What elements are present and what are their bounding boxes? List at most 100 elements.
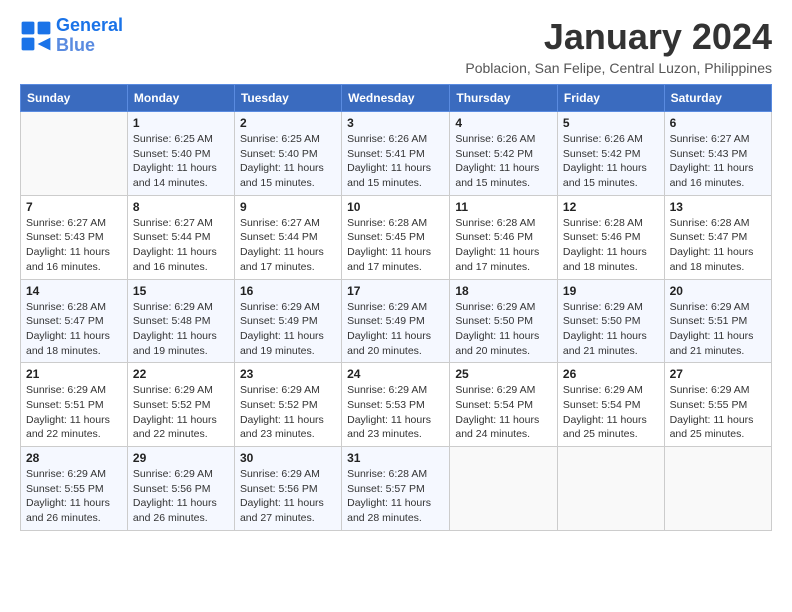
day-info: Sunrise: 6:26 AM Sunset: 5:41 PM Dayligh… <box>347 132 444 191</box>
day-info: Sunrise: 6:29 AM Sunset: 5:50 PM Dayligh… <box>455 300 552 359</box>
day-number: 11 <box>455 200 552 214</box>
calendar-cell: 2 Sunrise: 6:25 AM Sunset: 5:40 PM Daylig… <box>234 112 341 196</box>
day-number: 23 <box>240 367 336 381</box>
logo-icon <box>20 20 52 52</box>
title-block: January 2024 Poblacion, San Felipe, Cent… <box>465 16 772 76</box>
calendar-cell: 6 Sunrise: 6:27 AM Sunset: 5:43 PM Daylig… <box>664 112 771 196</box>
calendar-cell: 3 Sunrise: 6:26 AM Sunset: 5:41 PM Daylig… <box>342 112 450 196</box>
calendar-cell: 10Sunrise: 6:28 AM Sunset: 5:45 PM Dayli… <box>342 195 450 279</box>
calendar-cell <box>664 447 771 531</box>
day-number: 6 <box>670 116 766 130</box>
calendar-title: January 2024 <box>465 16 772 58</box>
calendar-cell: 15 Sunrise: 6:29 AM Sunset: 5:48 PM Dayli… <box>127 279 234 363</box>
calendar-cell: 28 Sunrise: 6:29 AM Sunset: 5:55 PM Dayli… <box>21 447 128 531</box>
day-number: 19 <box>563 284 659 298</box>
day-info: Sunrise: 6:29 AM Sunset: 5:53 PM Dayligh… <box>347 383 444 442</box>
day-info: Sunrise: 6:29 AM Sunset: 5:54 PM Dayligh… <box>455 383 552 442</box>
calendar-cell: 31Sunrise: 6:28 AM Sunset: 5:57 PM Dayli… <box>342 447 450 531</box>
weekday-header-thursday: Thursday <box>450 85 558 112</box>
calendar-cell: 9 Sunrise: 6:27 AM Sunset: 5:44 PM Daylig… <box>234 195 341 279</box>
day-number: 3 <box>347 116 444 130</box>
calendar-cell: 16Sunrise: 6:29 AM Sunset: 5:49 PM Dayli… <box>234 279 341 363</box>
day-number: 2 <box>240 116 336 130</box>
weekday-header-saturday: Saturday <box>664 85 771 112</box>
calendar-cell: 30Sunrise: 6:29 AM Sunset: 5:56 PM Dayli… <box>234 447 341 531</box>
day-info: Sunrise: 6:25 AM Sunset: 5:40 PM Dayligh… <box>240 132 336 191</box>
day-number: 26 <box>563 367 659 381</box>
calendar-cell <box>450 447 558 531</box>
day-info: Sunrise: 6:29 AM Sunset: 5:52 PM Dayligh… <box>133 383 229 442</box>
logo-text: GeneralBlue <box>56 16 123 56</box>
day-info: Sunrise: 6:29 AM Sunset: 5:52 PM Dayligh… <box>240 383 336 442</box>
calendar-cell <box>21 112 128 196</box>
calendar-cell: 13 Sunrise: 6:28 AM Sunset: 5:47 PM Dayli… <box>664 195 771 279</box>
calendar-cell: 27 Sunrise: 6:29 AM Sunset: 5:55 PM Dayli… <box>664 363 771 447</box>
calendar-cell: 29Sunrise: 6:29 AM Sunset: 5:56 PM Dayli… <box>127 447 234 531</box>
calendar-cell: 8Sunrise: 6:27 AM Sunset: 5:44 PM Daylig… <box>127 195 234 279</box>
calendar-cell <box>557 447 664 531</box>
day-number: 15 <box>133 284 229 298</box>
day-info: Sunrise: 6:28 AM Sunset: 5:46 PM Dayligh… <box>563 216 659 275</box>
day-info: Sunrise: 6:29 AM Sunset: 5:48 PM Dayligh… <box>133 300 229 359</box>
day-number: 17 <box>347 284 444 298</box>
day-number: 28 <box>26 451 122 465</box>
calendar-cell: 24Sunrise: 6:29 AM Sunset: 5:53 PM Dayli… <box>342 363 450 447</box>
calendar-cell: 5Sunrise: 6:26 AM Sunset: 5:42 PM Daylig… <box>557 112 664 196</box>
day-info: Sunrise: 6:28 AM Sunset: 5:47 PM Dayligh… <box>670 216 766 275</box>
calendar-subtitle: Poblacion, San Felipe, Central Luzon, Ph… <box>465 60 772 76</box>
day-info: Sunrise: 6:29 AM Sunset: 5:49 PM Dayligh… <box>347 300 444 359</box>
calendar-cell: 7Sunrise: 6:27 AM Sunset: 5:43 PM Daylig… <box>21 195 128 279</box>
weekday-header-tuesday: Tuesday <box>234 85 341 112</box>
day-info: Sunrise: 6:29 AM Sunset: 5:54 PM Dayligh… <box>563 383 659 442</box>
day-info: Sunrise: 6:28 AM Sunset: 5:46 PM Dayligh… <box>455 216 552 275</box>
calendar-week-row: 21 Sunrise: 6:29 AM Sunset: 5:51 PM Dayli… <box>21 363 772 447</box>
day-number: 27 <box>670 367 766 381</box>
day-number: 10 <box>347 200 444 214</box>
calendar-cell: 14Sunrise: 6:28 AM Sunset: 5:47 PM Dayli… <box>21 279 128 363</box>
day-number: 25 <box>455 367 552 381</box>
day-number: 16 <box>240 284 336 298</box>
calendar-cell: 22 Sunrise: 6:29 AM Sunset: 5:52 PM Dayli… <box>127 363 234 447</box>
day-info: Sunrise: 6:27 AM Sunset: 5:43 PM Dayligh… <box>26 216 122 275</box>
day-info: Sunrise: 6:29 AM Sunset: 5:51 PM Dayligh… <box>26 383 122 442</box>
day-number: 4 <box>455 116 552 130</box>
calendar-cell: 1 Sunrise: 6:25 AM Sunset: 5:40 PM Daylig… <box>127 112 234 196</box>
calendar-cell: 26 Sunrise: 6:29 AM Sunset: 5:54 PM Dayli… <box>557 363 664 447</box>
calendar-week-row: 28 Sunrise: 6:29 AM Sunset: 5:55 PM Dayli… <box>21 447 772 531</box>
day-info: Sunrise: 6:25 AM Sunset: 5:40 PM Dayligh… <box>133 132 229 191</box>
day-info: Sunrise: 6:27 AM Sunset: 5:44 PM Dayligh… <box>240 216 336 275</box>
day-number: 9 <box>240 200 336 214</box>
calendar-week-row: 1 Sunrise: 6:25 AM Sunset: 5:40 PM Daylig… <box>21 112 772 196</box>
calendar-cell: 20Sunrise: 6:29 AM Sunset: 5:51 PM Dayli… <box>664 279 771 363</box>
day-number: 21 <box>26 367 122 381</box>
day-number: 13 <box>670 200 766 214</box>
day-info: Sunrise: 6:29 AM Sunset: 5:51 PM Dayligh… <box>670 300 766 359</box>
weekday-header-sunday: Sunday <box>21 85 128 112</box>
day-info: Sunrise: 6:27 AM Sunset: 5:43 PM Dayligh… <box>670 132 766 191</box>
weekday-header-monday: Monday <box>127 85 234 112</box>
day-number: 1 <box>133 116 229 130</box>
day-info: Sunrise: 6:29 AM Sunset: 5:55 PM Dayligh… <box>670 383 766 442</box>
day-number: 29 <box>133 451 229 465</box>
calendar-cell: 17 Sunrise: 6:29 AM Sunset: 5:49 PM Dayli… <box>342 279 450 363</box>
weekday-header-row: SundayMondayTuesdayWednesdayThursdayFrid… <box>21 85 772 112</box>
calendar-cell: 12 Sunrise: 6:28 AM Sunset: 5:46 PM Dayli… <box>557 195 664 279</box>
calendar-week-row: 14Sunrise: 6:28 AM Sunset: 5:47 PM Dayli… <box>21 279 772 363</box>
weekday-header-friday: Friday <box>557 85 664 112</box>
day-info: Sunrise: 6:29 AM Sunset: 5:55 PM Dayligh… <box>26 467 122 526</box>
day-info: Sunrise: 6:29 AM Sunset: 5:56 PM Dayligh… <box>240 467 336 526</box>
calendar-cell: 19 Sunrise: 6:29 AM Sunset: 5:50 PM Dayli… <box>557 279 664 363</box>
calendar-cell: 25 Sunrise: 6:29 AM Sunset: 5:54 PM Dayli… <box>450 363 558 447</box>
calendar-cell: 4Sunrise: 6:26 AM Sunset: 5:42 PM Daylig… <box>450 112 558 196</box>
calendar-cell: 21 Sunrise: 6:29 AM Sunset: 5:51 PM Dayli… <box>21 363 128 447</box>
day-info: Sunrise: 6:29 AM Sunset: 5:50 PM Dayligh… <box>563 300 659 359</box>
day-number: 31 <box>347 451 444 465</box>
weekday-header-wednesday: Wednesday <box>342 85 450 112</box>
calendar-week-row: 7Sunrise: 6:27 AM Sunset: 5:43 PM Daylig… <box>21 195 772 279</box>
day-number: 14 <box>26 284 122 298</box>
calendar-cell: 18 Sunrise: 6:29 AM Sunset: 5:50 PM Dayli… <box>450 279 558 363</box>
day-number: 12 <box>563 200 659 214</box>
calendar-table: SundayMondayTuesdayWednesdayThursdayFrid… <box>20 84 772 531</box>
day-number: 18 <box>455 284 552 298</box>
day-number: 22 <box>133 367 229 381</box>
